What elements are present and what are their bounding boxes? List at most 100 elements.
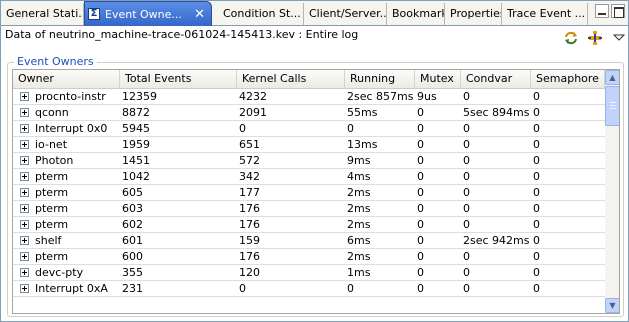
cell-running: 2ms <box>347 218 371 231</box>
cell-total-events: 600 <box>122 250 143 263</box>
column-header-owner[interactable]: Owner <box>13 70 120 89</box>
table-row[interactable]: pterm 600 176 2ms 0 0 0 <box>13 249 605 265</box>
table-row[interactable]: pterm 1042 342 4ms 0 0 0 <box>13 169 605 185</box>
cell-mutex: 0 <box>417 266 424 279</box>
sync-icon[interactable] <box>563 30 579 46</box>
table-row[interactable]: pterm 605 177 2ms 0 0 0 <box>13 185 605 201</box>
table-row[interactable]: shelf 601 159 6ms 0 2sec 942ms 0 <box>13 233 605 249</box>
cell-condvar: 0 <box>463 170 470 183</box>
grip-line <box>610 105 616 106</box>
cell-running: 13ms <box>347 138 378 151</box>
cell-owner: Interrupt 0xA <box>35 282 108 295</box>
cell-kernel-calls: 4232 <box>239 90 267 103</box>
cell-condvar: 0 <box>463 202 470 215</box>
tab-label: Client/Server... <box>309 7 387 20</box>
cell-owner: procnto-instr <box>35 90 106 103</box>
cell-condvar: 5sec 894ms <box>463 106 530 119</box>
cell-running: 2ms <box>347 202 371 215</box>
cell-total-events: 605 <box>122 186 143 199</box>
maximize-button[interactable] <box>611 4 625 18</box>
cell-running: 1ms <box>347 266 371 279</box>
cell-semaphore: 0 <box>533 122 540 135</box>
vertical-scrollbar[interactable]: ▲ ▼ <box>605 70 619 313</box>
cell-mutex: 0 <box>417 138 424 151</box>
table-row[interactable]: procnto-instr 12359 4232 2sec 857ms 9us 0 0 <box>13 89 605 105</box>
tab-label: Properties <box>450 7 502 20</box>
tab-strip: General Stati... Σ Event Owne... ✕ Condi… <box>1 1 628 26</box>
cell-running: 2ms <box>347 186 371 199</box>
scroll-thumb[interactable] <box>605 86 619 126</box>
cell-semaphore: 0 <box>533 170 540 183</box>
tab-label: General Stati... <box>6 7 84 20</box>
cell-owner: qconn <box>35 106 69 119</box>
cell-total-events: 602 <box>122 218 143 231</box>
tab-bookmarks[interactable]: Bookmarks <box>387 3 445 25</box>
cell-running: 2sec 857ms <box>347 90 414 103</box>
table-row[interactable]: pterm 602 176 2ms 0 0 0 <box>13 217 605 233</box>
cell-semaphore: 0 <box>533 154 540 167</box>
tab-event-owners[interactable]: Σ Event Owne... ✕ <box>84 1 212 26</box>
cell-kernel-calls: 177 <box>239 186 260 199</box>
tab-client-server[interactable]: Client/Server... <box>304 3 387 25</box>
cell-mutex: 0 <box>417 122 424 135</box>
table-row[interactable]: devc-pty 355 120 1ms 0 0 0 <box>13 265 605 281</box>
cell-semaphore: 0 <box>533 202 540 215</box>
column-header-condvar[interactable]: Condvar <box>461 70 531 89</box>
cell-owner: pterm <box>35 170 69 183</box>
column-header-mutex[interactable]: Mutex <box>415 70 461 89</box>
cell-running: 6ms <box>347 234 371 247</box>
cell-total-events: 12359 <box>122 90 157 103</box>
column-header-total-events[interactable]: Total Events <box>120 70 237 89</box>
table-row[interactable]: pterm 603 176 2ms 0 0 0 <box>13 201 605 217</box>
fan-icon[interactable] <box>587 30 603 46</box>
tab-properties[interactable]: Properties <box>445 3 502 25</box>
cell-condvar: 0 <box>463 282 470 295</box>
column-header-semaphore[interactable]: Semaphore <box>531 70 605 89</box>
scroll-up-button[interactable]: ▲ <box>605 70 619 85</box>
table-row[interactable]: Interrupt 0x0 5945 0 0 0 0 0 <box>13 121 605 137</box>
cell-running: 2ms <box>347 250 371 263</box>
cell-semaphore: 0 <box>533 282 540 295</box>
minimize-button[interactable] <box>595 4 609 18</box>
cell-kernel-calls: 0 <box>239 122 246 135</box>
tab-general-statistics[interactable]: General Stati... <box>1 3 84 25</box>
cell-owner: io-net <box>35 138 68 151</box>
sigma-icon: Σ <box>88 8 100 20</box>
column-header-running[interactable]: Running <box>345 70 415 89</box>
view-menu-icon[interactable] <box>611 30 627 46</box>
grip-line <box>610 102 616 103</box>
cell-mutex: 0 <box>417 170 424 183</box>
cell-total-events: 5945 <box>122 122 150 135</box>
cell-owner: shelf <box>35 234 62 247</box>
cell-semaphore: 0 <box>533 186 540 199</box>
cell-condvar: 0 <box>463 138 470 151</box>
tab-label: Condition St... <box>223 7 301 20</box>
cell-condvar: 0 <box>463 218 470 231</box>
cell-semaphore: 0 <box>533 218 540 231</box>
table-row[interactable]: Interrupt 0xA 231 0 0 0 0 0 <box>13 281 605 297</box>
cell-kernel-calls: 159 <box>239 234 260 247</box>
table-row[interactable]: Photon 1451 572 9ms 0 0 0 <box>13 153 605 169</box>
table-row[interactable]: io-net 1959 651 13ms 0 0 0 <box>13 137 605 153</box>
close-icon[interactable]: ✕ <box>194 2 205 26</box>
column-header-kernel-calls[interactable]: Kernel Calls <box>237 70 345 89</box>
cell-running: 4ms <box>347 170 371 183</box>
tab-condition-statistics[interactable]: Condition St... <box>218 3 304 25</box>
scroll-down-button[interactable]: ▼ <box>605 298 619 313</box>
view-title: Data of neutrino_machine-trace-061024-14… <box>5 28 359 41</box>
cell-kernel-calls: 176 <box>239 218 260 231</box>
tab-trace-event-log[interactable]: Trace Event ... <box>502 3 588 25</box>
cell-kernel-calls: 176 <box>239 250 260 263</box>
table-row[interactable]: qconn 8872 2091 55ms 0 5sec 894ms 0 <box>13 105 605 121</box>
grip-line <box>610 108 616 109</box>
cell-condvar: 0 <box>463 266 470 279</box>
tab-label: Bookmarks <box>392 7 444 20</box>
cell-owner: pterm <box>35 218 69 231</box>
cell-owner: devc-pty <box>35 266 84 279</box>
cell-mutex: 0 <box>417 106 424 119</box>
cell-kernel-calls: 572 <box>239 154 260 167</box>
cell-mutex: 0 <box>417 202 424 215</box>
event-owners-table: Owner Total Events Kernel Calls Running … <box>12 69 620 314</box>
cell-total-events: 1042 <box>122 170 150 183</box>
cell-total-events: 603 <box>122 202 143 215</box>
